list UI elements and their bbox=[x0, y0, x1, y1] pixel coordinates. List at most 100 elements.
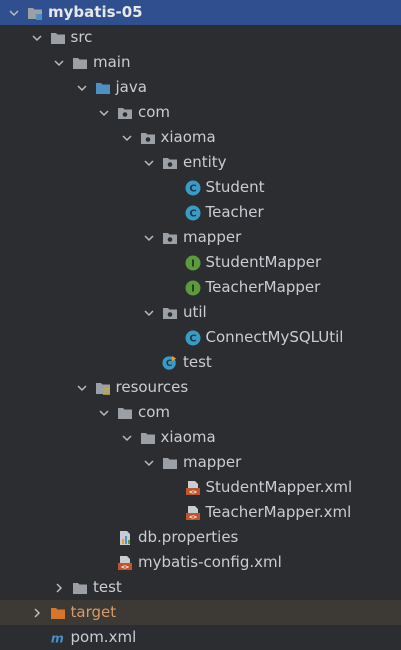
xml-file-icon: <> bbox=[185, 480, 201, 496]
svg-text:C: C bbox=[189, 183, 196, 194]
interface-icon: I bbox=[185, 280, 201, 296]
folder-icon bbox=[140, 430, 156, 446]
tree-row[interactable]: C Teacher bbox=[0, 200, 401, 225]
properties-file-icon bbox=[117, 530, 133, 546]
tree-item-label: Teacher bbox=[205, 203, 264, 221]
package-icon bbox=[162, 155, 178, 171]
tree-row[interactable]: mybatis-05 bbox=[0, 0, 401, 25]
excluded-folder-icon bbox=[50, 605, 66, 621]
tree-row[interactable]: I StudentMapper bbox=[0, 250, 401, 275]
chevron-down-icon[interactable] bbox=[143, 232, 155, 244]
tree-item-label: mapper bbox=[183, 228, 242, 246]
tree-item-label: com bbox=[138, 403, 171, 421]
xml-file-icon: <> bbox=[117, 555, 133, 571]
tree-item-label: test bbox=[93, 578, 122, 596]
svg-text:C: C bbox=[166, 359, 173, 369]
tree-row[interactable]: test bbox=[0, 575, 401, 600]
tree-item-label: Student bbox=[205, 178, 265, 196]
tree-row[interactable]: <> mybatis-config.xml bbox=[0, 550, 401, 575]
tree-item-label: util bbox=[183, 303, 207, 321]
tree-item-label: resources bbox=[115, 378, 189, 396]
tree-item-label: TeacherMapper bbox=[205, 278, 321, 296]
svg-text:<>: <> bbox=[189, 513, 197, 521]
tree-row[interactable]: src bbox=[0, 25, 401, 50]
chevron-down-icon[interactable] bbox=[143, 457, 155, 469]
tree-item-label: target bbox=[70, 603, 117, 621]
svg-text:C: C bbox=[189, 208, 196, 219]
chevron-down-icon[interactable] bbox=[98, 107, 110, 119]
chevron-down-icon[interactable] bbox=[121, 432, 133, 444]
tree-row[interactable]: resources bbox=[0, 375, 401, 400]
tree-row[interactable]: util bbox=[0, 300, 401, 325]
package-icon bbox=[162, 230, 178, 246]
tree-row[interactable]: xiaoma bbox=[0, 125, 401, 150]
chevron-down-icon[interactable] bbox=[76, 382, 88, 394]
tree-row[interactable]: I TeacherMapper bbox=[0, 275, 401, 300]
tree-row[interactable]: C test bbox=[0, 350, 401, 375]
chevron-down-icon[interactable] bbox=[143, 307, 155, 319]
tree-row[interactable]: main bbox=[0, 50, 401, 75]
chevron-down-icon[interactable] bbox=[121, 132, 133, 144]
tree-row[interactable]: C ConnectMySQLUtil bbox=[0, 325, 401, 350]
tree-item-label: xiaoma bbox=[160, 428, 216, 446]
svg-text:I: I bbox=[191, 258, 195, 269]
tree-row[interactable]: <> TeacherMapper.xml bbox=[0, 500, 401, 525]
class-icon: C bbox=[185, 180, 201, 196]
resources-root-folder-icon bbox=[95, 380, 111, 396]
tree-item-label: mybatis-config.xml bbox=[138, 553, 282, 571]
folder-icon bbox=[50, 30, 66, 46]
svg-text:<>: <> bbox=[189, 488, 197, 496]
tree-item-label: src bbox=[70, 28, 93, 46]
tree-item-label: test bbox=[183, 353, 212, 371]
chevron-down-icon[interactable] bbox=[53, 57, 65, 69]
tree-item-label: ConnectMySQLUtil bbox=[205, 328, 344, 346]
source-root-folder-icon bbox=[95, 80, 111, 96]
tree-row[interactable]: mapper bbox=[0, 225, 401, 250]
chevron-down-icon[interactable] bbox=[98, 407, 110, 419]
tree-item-label: entity bbox=[183, 153, 227, 171]
tree-row[interactable]: entity bbox=[0, 150, 401, 175]
runnable-class-icon: C bbox=[162, 355, 178, 371]
tree-row[interactable]: C Student bbox=[0, 175, 401, 200]
tree-item-label: xiaoma bbox=[160, 128, 216, 146]
folder-icon bbox=[162, 455, 178, 471]
chevron-right-icon[interactable] bbox=[31, 607, 43, 619]
tree-row[interactable]: com bbox=[0, 100, 401, 125]
folder-icon bbox=[72, 55, 88, 71]
chevron-down-icon[interactable] bbox=[8, 7, 20, 19]
class-icon: C bbox=[185, 205, 201, 221]
xml-file-icon: <> bbox=[185, 505, 201, 521]
tree-item-label: mybatis-05 bbox=[48, 3, 143, 21]
svg-text:C: C bbox=[189, 333, 196, 344]
module-folder-icon bbox=[27, 5, 43, 21]
folder-icon bbox=[72, 580, 88, 596]
tree-row[interactable]: com bbox=[0, 400, 401, 425]
tree-item-label: StudentMapper bbox=[205, 253, 322, 271]
interface-icon: I bbox=[185, 255, 201, 271]
svg-text:I: I bbox=[191, 283, 195, 294]
svg-text:<>: <> bbox=[121, 563, 129, 571]
package-icon bbox=[117, 105, 133, 121]
tree-item-label: pom.xml bbox=[70, 628, 137, 646]
tree-row[interactable]: mapper bbox=[0, 450, 401, 475]
tree-row[interactable]: target bbox=[0, 600, 401, 625]
tree-item-label: com bbox=[138, 103, 171, 121]
tree-item-label: mapper bbox=[183, 453, 242, 471]
chevron-down-icon[interactable] bbox=[31, 32, 43, 44]
tree-item-label: java bbox=[115, 78, 147, 96]
tree-item-label: db.properties bbox=[138, 528, 239, 546]
chevron-down-icon[interactable] bbox=[76, 82, 88, 94]
chevron-down-icon[interactable] bbox=[143, 157, 155, 169]
chevron-right-icon[interactable] bbox=[53, 582, 65, 594]
tree-row[interactable]: db.properties bbox=[0, 525, 401, 550]
tree-row[interactable]: m pom.xml bbox=[0, 625, 401, 650]
tree-item-label: main bbox=[93, 53, 131, 71]
tree-row[interactable]: <> StudentMapper.xml bbox=[0, 475, 401, 500]
svg-text:m: m bbox=[50, 630, 63, 645]
tree-row[interactable]: xiaoma bbox=[0, 425, 401, 450]
tree-item-label: TeacherMapper.xml bbox=[205, 503, 352, 521]
class-icon: C bbox=[185, 330, 201, 346]
tree-row[interactable]: java bbox=[0, 75, 401, 100]
package-icon bbox=[162, 305, 178, 321]
tree-item-label: StudentMapper.xml bbox=[205, 478, 353, 496]
